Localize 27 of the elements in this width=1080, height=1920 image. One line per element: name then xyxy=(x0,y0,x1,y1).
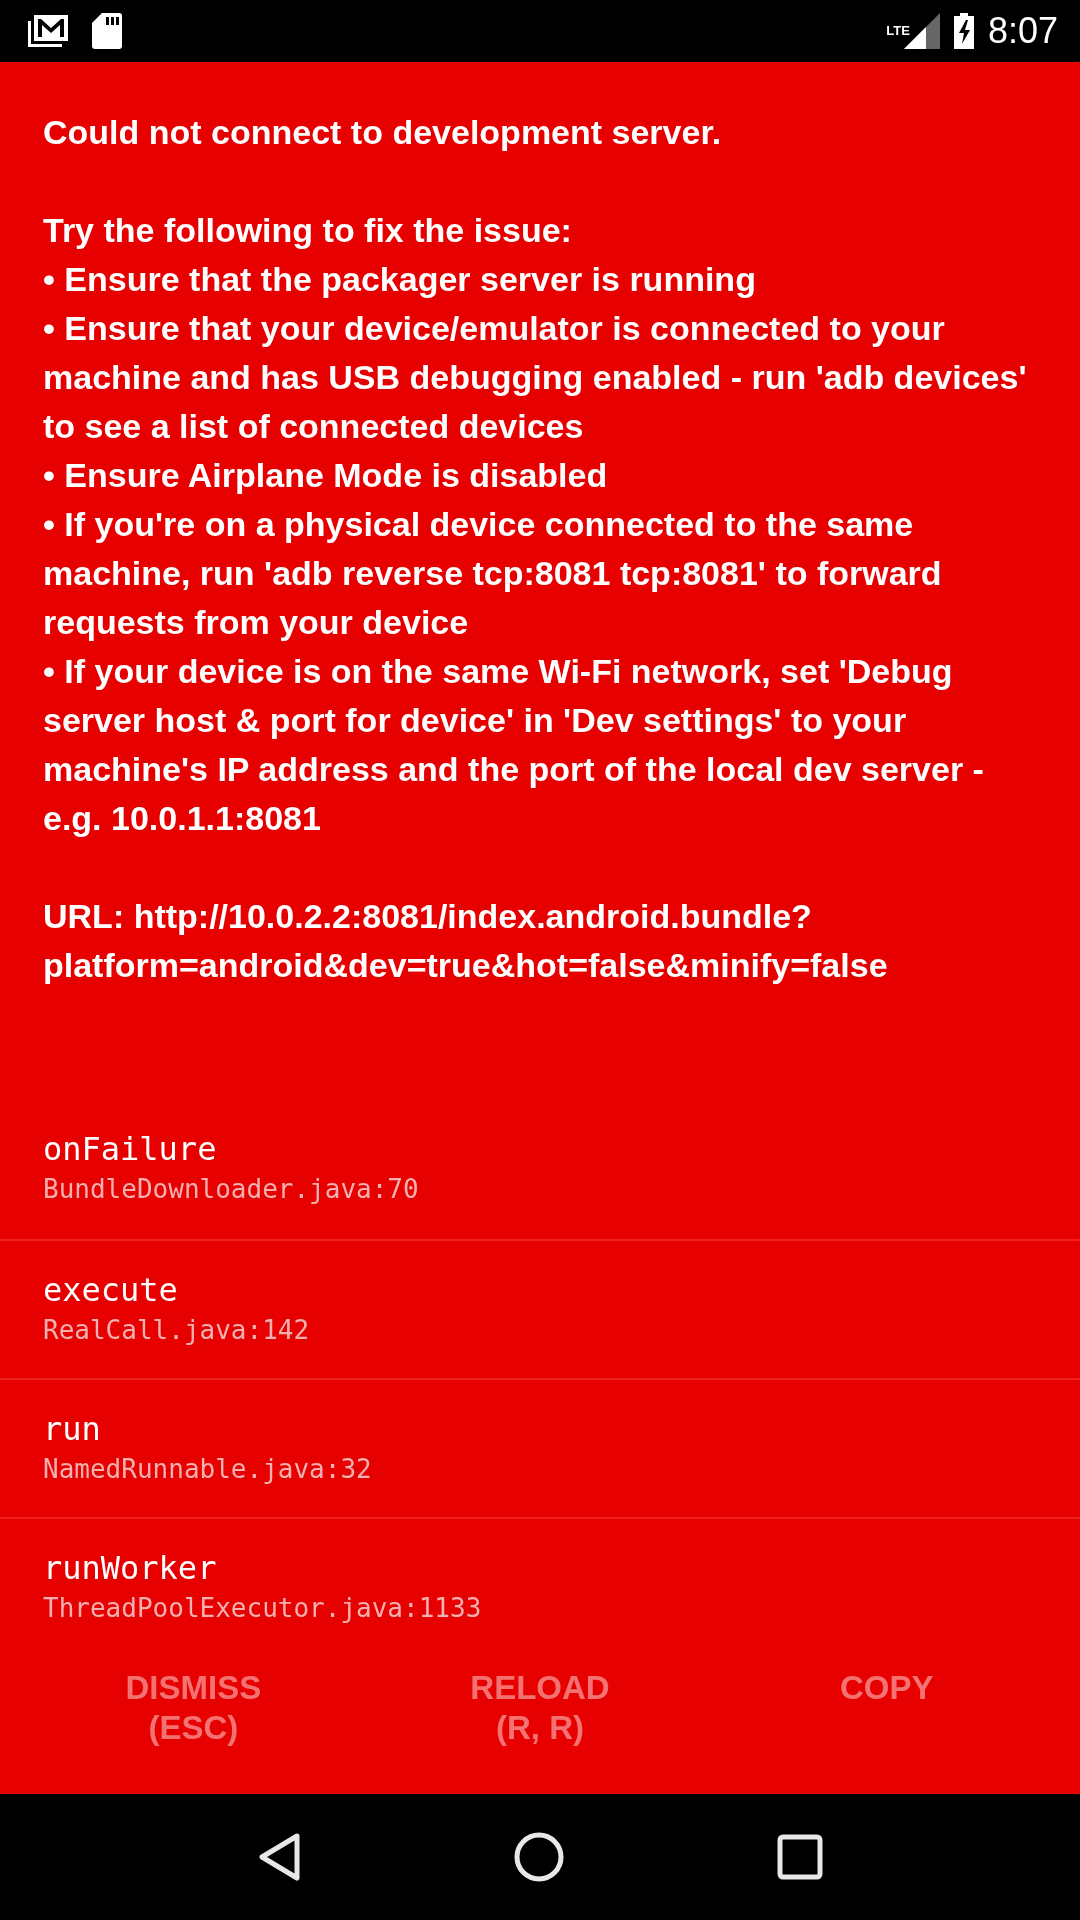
troubleshooting-tip: • Ensure Airplane Mode is disabled xyxy=(43,455,609,496)
stack-frame-file: NamedRunnable.java:32 xyxy=(43,1453,373,1486)
action-button[interactable]: COPY xyxy=(713,1656,1060,1794)
back-icon[interactable] xyxy=(256,1832,301,1882)
bundle-url: URL: http://10.0.2.2:8081/index.android.bundle?platform=android&dev=true&hot=false&minify=false xyxy=(43,896,889,986)
action-button[interactable]: DISMISS (ESC) xyxy=(20,1656,367,1794)
network-type: LTE xyxy=(886,23,910,38)
troubleshooting-tip: • Ensure that the packager server is running xyxy=(43,259,757,300)
error-intro: Try the following to fix the issue: xyxy=(43,210,573,251)
stack-frame-method: runWorker xyxy=(43,1548,218,1589)
recents-icon[interactable] xyxy=(777,1834,824,1880)
stack-frame-method: execute xyxy=(43,1270,179,1311)
stack-frame-file: BundleDownloader.java:70 xyxy=(43,1173,420,1206)
error-title: Could not connect to development server. xyxy=(43,112,723,153)
stack-frame-file: RealCall.java:142 xyxy=(43,1314,311,1347)
battery-charging-icon xyxy=(953,13,974,49)
stack-frame-method: run xyxy=(43,1409,102,1450)
troubleshooting-tip: • If you're on a physical device connected to the same machine, run 'adb reverse tcp:8081 tcp:8081' to forward requests from your device xyxy=(43,504,943,643)
home-icon[interactable] xyxy=(514,1832,564,1882)
troubleshooting-tip: • If your device is on the same Wi-Fi network, set 'Debug server host & port for device' in 'Dev settings' to your machine's IP address and the port of the local dev server - e.g. 10.0.1.1:8081 xyxy=(43,651,985,839)
stack-frame-method: onFailure xyxy=(43,1129,218,1170)
sd-card-icon xyxy=(92,13,122,49)
stack-frame-file: ThreadPoolExecutor.java:1133 xyxy=(43,1592,483,1625)
mail-icon xyxy=(26,13,70,49)
action-button[interactable]: RELOAD (R, R) xyxy=(366,1656,714,1794)
clock: 8:07 xyxy=(987,10,1058,52)
troubleshooting-tip: • Ensure that your device/emulator is connected to your machine and has USB debugging enabled - run 'adb devices' to see a list of connected devices xyxy=(43,308,1028,447)
